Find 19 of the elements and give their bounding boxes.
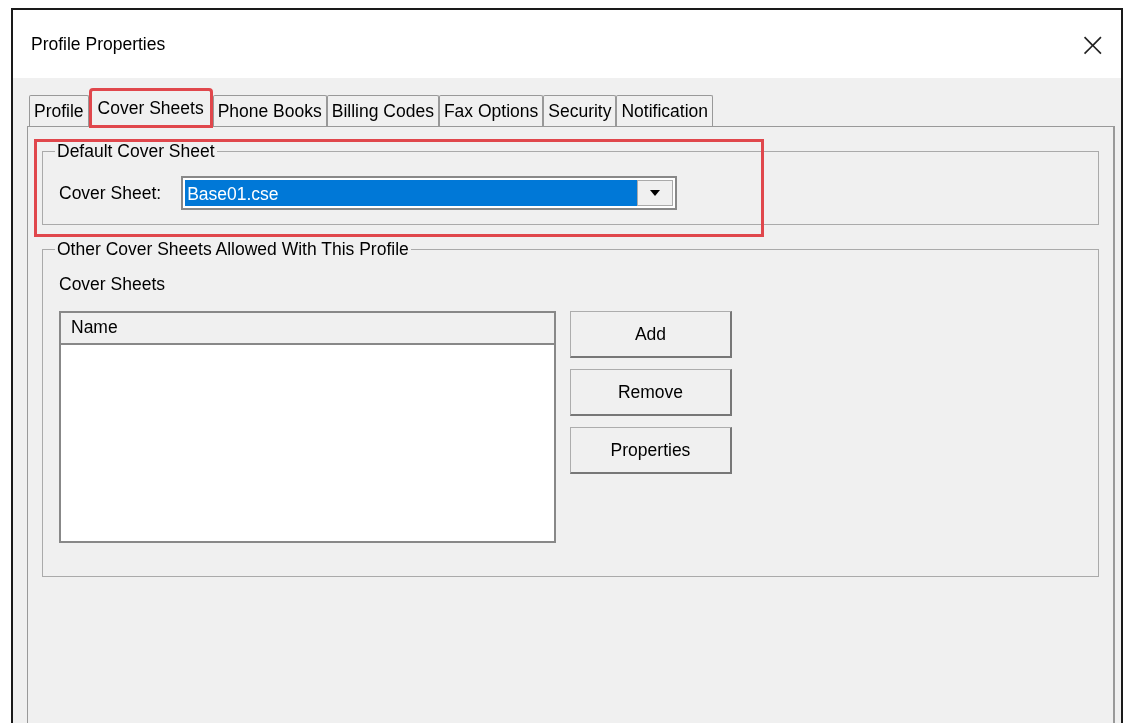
tab[interactable]: Security [543, 95, 617, 126]
group-title: Other Cover Sheets Allowed With This Profile [56, 239, 410, 260]
list-label: Cover Sheets [59, 274, 167, 295]
column-header[interactable]: Name [61, 313, 554, 345]
dialog-button[interactable]: Properties [570, 427, 732, 474]
field-label: Cover Sheet: [59, 182, 162, 204]
tab[interactable]: Cover Sheets [90, 90, 211, 126]
tab[interactable]: Profile [29, 95, 89, 126]
cover-sheet-dropdown[interactable]: Base01.cse [181, 176, 678, 210]
cover-sheets-list[interactable]: Name [59, 311, 556, 543]
tab[interactable]: Phone Books [212, 95, 327, 126]
close-button[interactable]: × [1072, 27, 1113, 61]
group-title: Default Cover Sheet [56, 141, 216, 162]
tab[interactable]: Billing Codes [326, 95, 439, 126]
dialog-button[interactable]: Remove [570, 369, 732, 416]
dialog-button[interactable]: Add [570, 311, 732, 358]
window-title: Profile Properties [31, 33, 166, 55]
tab[interactable]: Fax Options [438, 95, 544, 126]
tab[interactable]: Notification [616, 95, 714, 126]
